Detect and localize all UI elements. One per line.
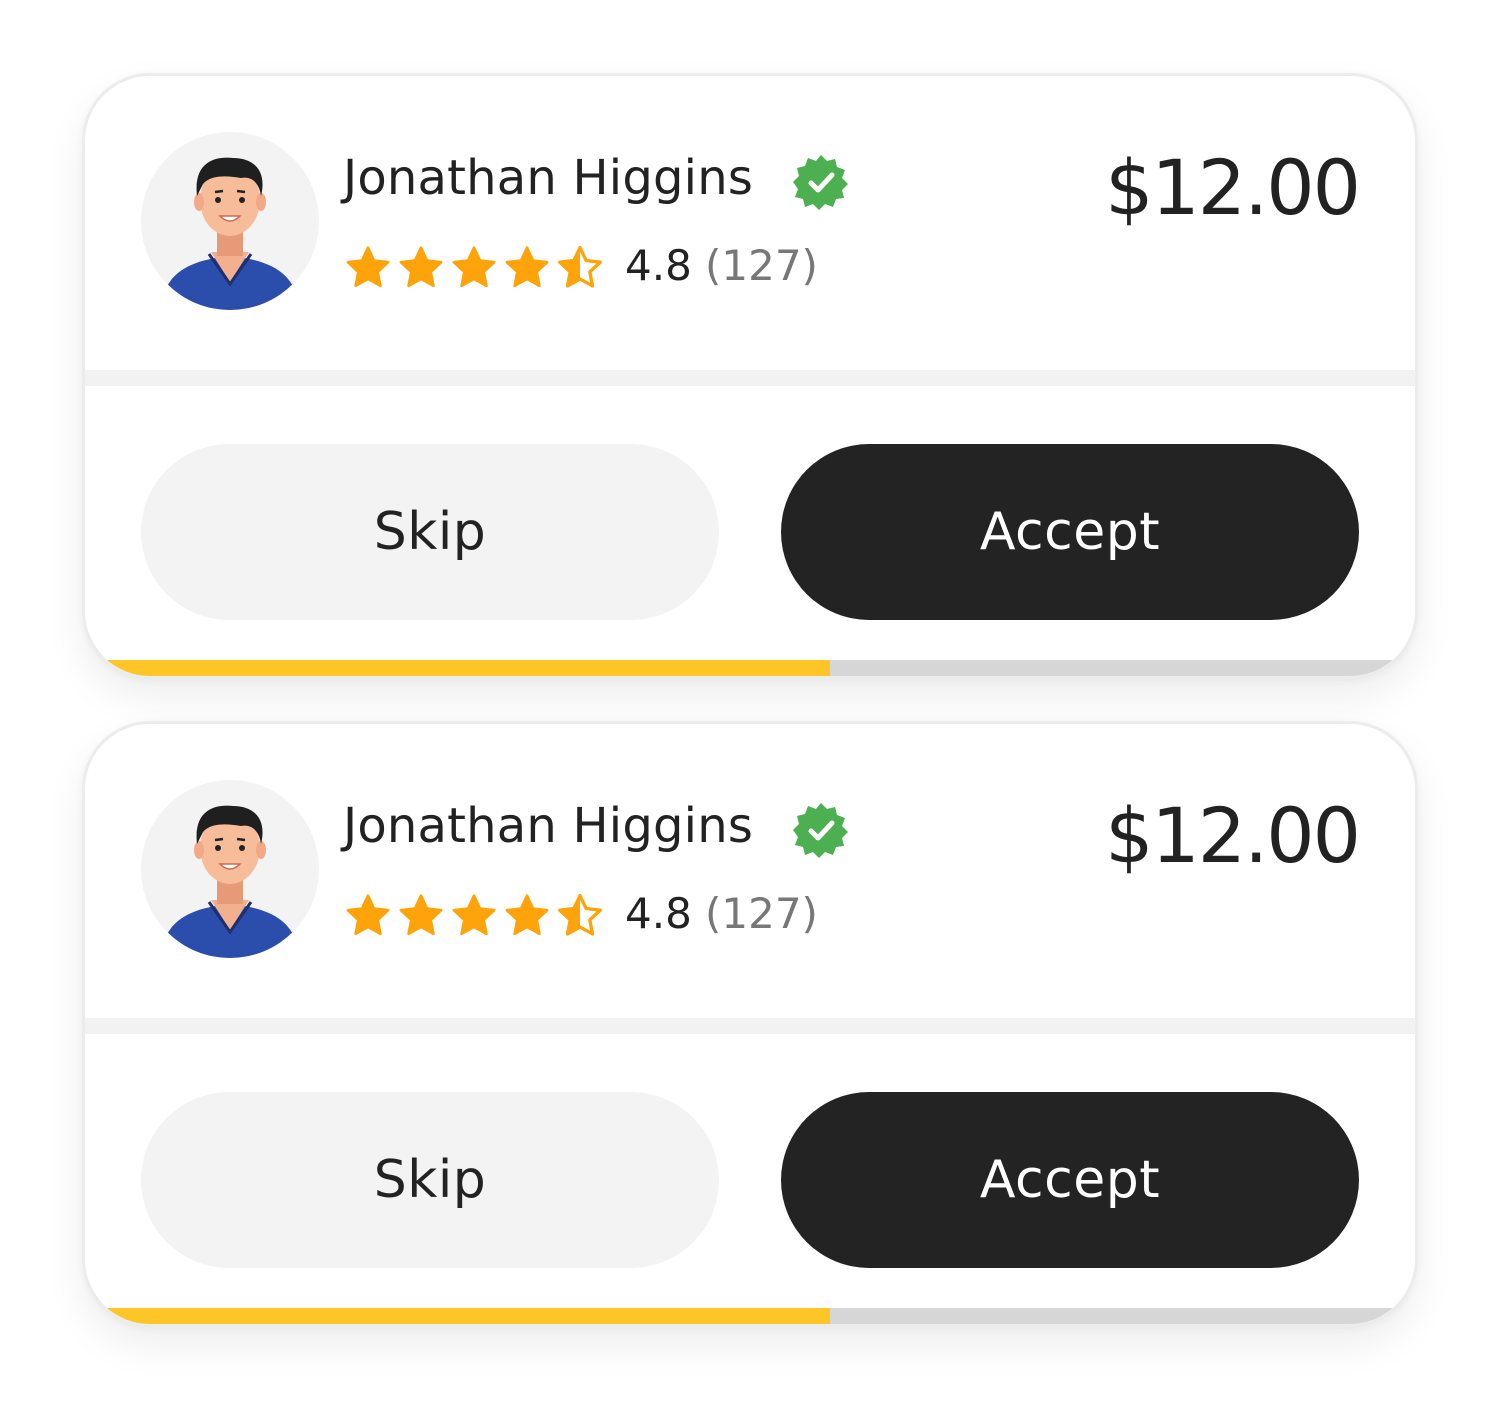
review-count: (127) <box>705 889 818 938</box>
timer-progress-bar <box>85 660 1415 676</box>
review-count: (127) <box>705 241 818 290</box>
accept-button[interactable]: Accept <box>781 1092 1359 1268</box>
driver-request-card: Jonathan Higgins 4.8 (127) $12.00 Skip A… <box>82 721 1418 1327</box>
rating-value: 4.8 <box>625 241 692 290</box>
timer-progress-fill <box>85 1308 830 1324</box>
card-header: Jonathan Higgins 4.8 (127) $12.00 <box>85 724 1415 1018</box>
skip-button[interactable]: Skip <box>141 444 719 620</box>
avatar <box>141 780 319 958</box>
timer-progress-fill <box>85 660 830 676</box>
star-full-icon <box>505 894 549 936</box>
star-full-icon <box>346 246 390 288</box>
avatar <box>141 132 319 310</box>
star-half-icon <box>558 245 602 288</box>
person-avatar-icon <box>161 157 299 310</box>
accept-button[interactable]: Accept <box>781 444 1359 620</box>
star-half-icon <box>558 893 602 936</box>
rating-value: 4.8 <box>625 889 692 938</box>
star-full-icon <box>399 894 443 936</box>
timer-progress-bar <box>85 1308 1415 1324</box>
star-full-icon <box>346 894 390 936</box>
section-divider <box>85 1018 1415 1034</box>
star-full-icon <box>452 246 496 288</box>
driver-name: Jonathan Higgins <box>343 798 754 854</box>
skip-button[interactable]: Skip <box>141 1092 719 1268</box>
fare-price: $12.00 <box>1105 791 1361 880</box>
person-avatar-icon <box>161 805 299 958</box>
star-full-icon <box>399 246 443 288</box>
star-full-icon <box>452 894 496 936</box>
card-header: Jonathan Higgins 4.8 (127) $12.00 <box>85 76 1415 370</box>
star-full-icon <box>505 246 549 288</box>
driver-name: Jonathan Higgins <box>343 150 754 206</box>
driver-request-card: Jonathan Higgins 4.8 (127) $12.00 Skip A… <box>82 73 1418 679</box>
verified-badge-icon <box>793 803 848 858</box>
rating-stars <box>343 888 605 944</box>
verified-badge-icon <box>793 155 848 210</box>
rating-stars <box>343 240 605 296</box>
section-divider <box>85 370 1415 386</box>
fare-price: $12.00 <box>1105 143 1361 232</box>
